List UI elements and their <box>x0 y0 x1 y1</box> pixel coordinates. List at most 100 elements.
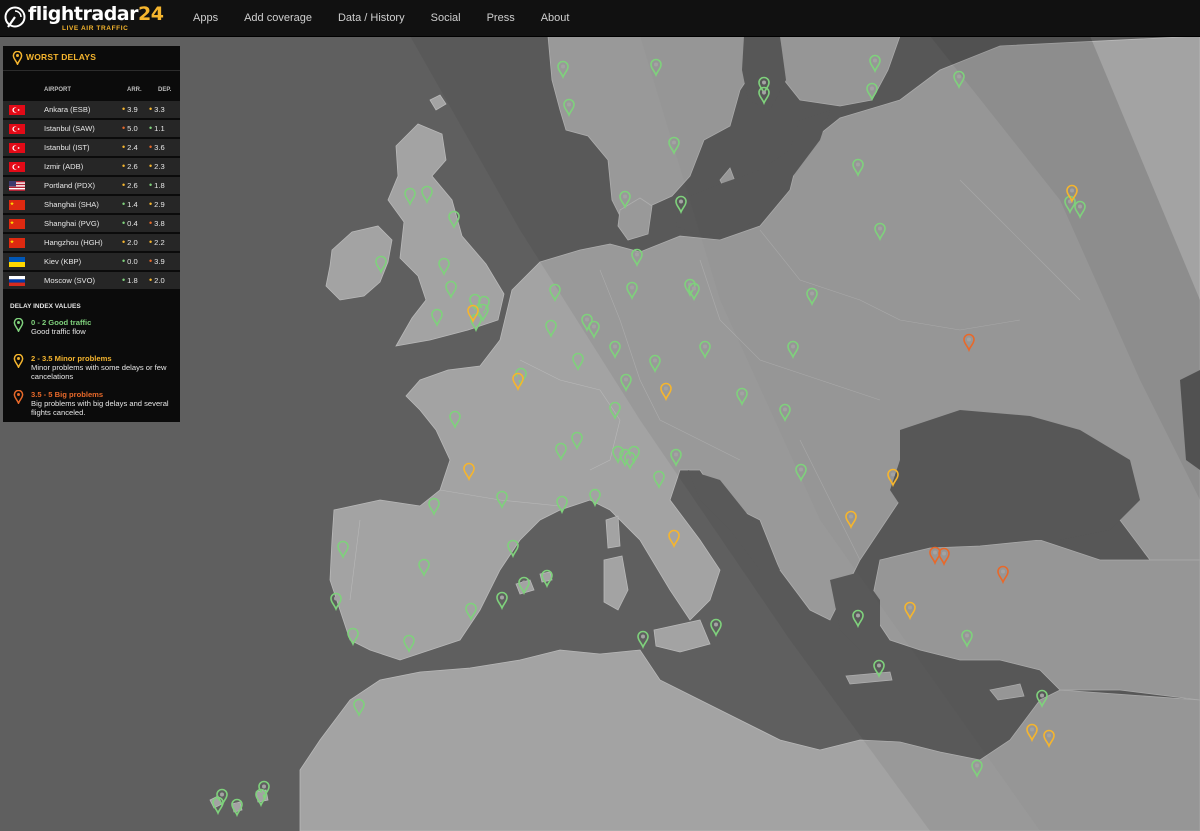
arrival-delay: • 0.0 <box>122 256 138 267</box>
legend-item-big: 3.5 - 5 Big problems Big problems with bi… <box>3 390 180 418</box>
flightradar24-logo[interactable]: flightradar24 LIVE AIR TRAFFIC <box>4 3 164 33</box>
airport-name: Shanghai (PVG) <box>44 219 100 228</box>
legend-description: Minor problems with some delays or few c… <box>31 363 167 381</box>
turkey-flag-icon <box>9 143 25 153</box>
arrival-status-dot: • <box>122 256 126 266</box>
map-pin-icon <box>13 390 24 404</box>
arrival-status-dot: • <box>122 275 126 285</box>
legend-label: 0 - 2 Good traffic <box>31 318 92 327</box>
delay-legend: 0 - 2 Good traffic Good traffic flow 2 - 3… <box>3 318 180 418</box>
delay-row[interactable]: Shanghai (SHA) • 1.4 • 2.9 <box>3 196 180 213</box>
panel-header[interactable]: WORST DELAYS <box>3 46 180 71</box>
ukraine-flag-icon <box>9 257 25 267</box>
airport-name: Moscow (SVO) <box>44 276 96 285</box>
arrival-status-dot: • <box>122 218 126 228</box>
nav-about[interactable]: About <box>528 0 583 36</box>
arrival-delay: • 2.0 <box>122 237 138 248</box>
departure-delay: • 3.9 <box>149 256 165 267</box>
arrival-delay: • 0.4 <box>122 218 138 229</box>
nav-data-history[interactable]: Data / History <box>325 0 418 36</box>
nav-apps[interactable]: Apps <box>180 0 231 36</box>
departure-delay: • 2.9 <box>149 199 165 210</box>
legend-description: Good traffic flow <box>31 327 86 336</box>
legend-title: DELAY INDEX VALUES <box>10 303 81 310</box>
china-flag-icon <box>9 238 25 248</box>
departure-delay: • 1.8 <box>149 180 165 191</box>
arrival-delay: • 2.6 <box>122 180 138 191</box>
worst-delays-panel: WORST DELAYS AIRPORT ARR. DEP. Ankara (E… <box>3 46 180 422</box>
map-pin-icon <box>12 51 23 65</box>
delay-row[interactable]: Izmir (ADB) • 2.6 • 2.3 <box>3 158 180 175</box>
departure-delay: • 3.8 <box>149 218 165 229</box>
legend-label: 3.5 - 5 Big problems <box>31 390 104 399</box>
departure-status-dot: • <box>149 256 153 266</box>
departure-delay: • 3.3 <box>149 104 165 115</box>
main-nav: Apps Add coverage Data / History Social … <box>180 0 582 36</box>
airport-name: Kiev (KBP) <box>44 257 82 266</box>
turkey-flag-icon <box>9 124 25 134</box>
arrival-status-dot: • <box>122 161 126 171</box>
arrival-status-dot: • <box>122 142 126 152</box>
table-header: AIRPORT ARR. DEP. <box>3 85 180 99</box>
departure-status-dot: • <box>149 218 153 228</box>
europe-map[interactable] <box>0 36 1200 831</box>
turkey-flag-icon <box>9 162 25 172</box>
usa-flag-icon <box>9 181 25 191</box>
arrival-delay: • 1.8 <box>122 275 138 286</box>
airport-name: Istanbul (SAW) <box>44 124 95 133</box>
china-flag-icon <box>9 200 25 210</box>
departure-delay: • 2.2 <box>149 237 165 248</box>
legend-label: 2 - 3.5 Minor problems <box>31 354 112 363</box>
map-pin-icon <box>13 354 24 368</box>
arrival-delay: • 3.9 <box>122 104 138 115</box>
airport-name: Portland (PDX) <box>44 181 96 190</box>
delay-row[interactable]: Ankara (ESB) • 3.9 • 3.3 <box>3 101 180 118</box>
nav-social[interactable]: Social <box>418 0 474 36</box>
turkey-flag-icon <box>9 105 25 115</box>
legend-description: Big problems with big delays and several… <box>31 399 169 417</box>
delay-rows: Ankara (ESB) • 3.9 • 3.3 Istanbul (SAW) • 5.0 • 1… <box>3 101 180 289</box>
arrival-status-dot: • <box>122 104 126 114</box>
nav-add-coverage[interactable]: Add coverage <box>231 0 325 36</box>
col-departures: DEP. <box>158 87 172 93</box>
delay-row[interactable]: Istanbul (IST) • 2.4 • 3.6 <box>3 139 180 156</box>
departure-status-dot: • <box>149 180 153 190</box>
departure-status-dot: • <box>149 161 153 171</box>
departure-delay: • 2.0 <box>149 275 165 286</box>
legend-item-good: 0 - 2 Good traffic Good traffic flow <box>3 318 180 346</box>
logo-tagline: LIVE AIR TRAFFIC <box>62 25 129 32</box>
nav-press[interactable]: Press <box>474 0 528 36</box>
arrival-status-dot: • <box>122 237 126 247</box>
airport-name: Istanbul (IST) <box>44 143 90 152</box>
delay-row[interactable]: Istanbul (SAW) • 5.0 • 1.1 <box>3 120 180 137</box>
delay-row[interactable]: Kiev (KBP) • 0.0 • 3.9 <box>3 253 180 270</box>
airport-name: Izmir (ADB) <box>44 162 84 171</box>
delay-row[interactable]: Shanghai (PVG) • 0.4 • 3.8 <box>3 215 180 232</box>
departure-status-dot: • <box>149 104 153 114</box>
china-flag-icon <box>9 219 25 229</box>
delay-row[interactable]: Portland (PDX) • 2.6 • 1.8 <box>3 177 180 194</box>
russia-flag-icon <box>9 276 25 286</box>
radar-logo-icon <box>4 6 26 28</box>
airport-name: Ankara (ESB) <box>44 105 91 114</box>
departure-delay: • 1.1 <box>149 123 165 134</box>
departure-status-dot: • <box>149 237 153 247</box>
delay-row[interactable]: Hangzhou (HGH) • 2.0 • 2.2 <box>3 234 180 251</box>
airport-name: Shanghai (SHA) <box>44 200 99 209</box>
departure-status-dot: • <box>149 275 153 285</box>
col-arrivals: ARR. <box>127 87 142 93</box>
arrival-delay: • 2.4 <box>122 142 138 153</box>
panel-title: WORST DELAYS <box>26 52 97 62</box>
col-airport: AIRPORT <box>44 87 71 93</box>
top-navigation-bar: flightradar24 LIVE AIR TRAFFIC Apps Add … <box>0 0 1200 37</box>
legend-item-minor: 2 - 3.5 Minor problems Minor problems wit… <box>3 354 180 382</box>
airport-name: Hangzhou (HGH) <box>44 238 103 247</box>
arrival-status-dot: • <box>122 123 126 133</box>
departure-status-dot: • <box>149 199 153 209</box>
delay-row[interactable]: Moscow (SVO) • 1.8 • 2.0 <box>3 272 180 289</box>
departure-status-dot: • <box>149 123 153 133</box>
arrival-status-dot: • <box>122 180 126 190</box>
arrival-delay: • 1.4 <box>122 199 138 210</box>
departure-delay: • 2.3 <box>149 161 165 172</box>
logo-wordmark: flightradar24 <box>28 3 164 25</box>
